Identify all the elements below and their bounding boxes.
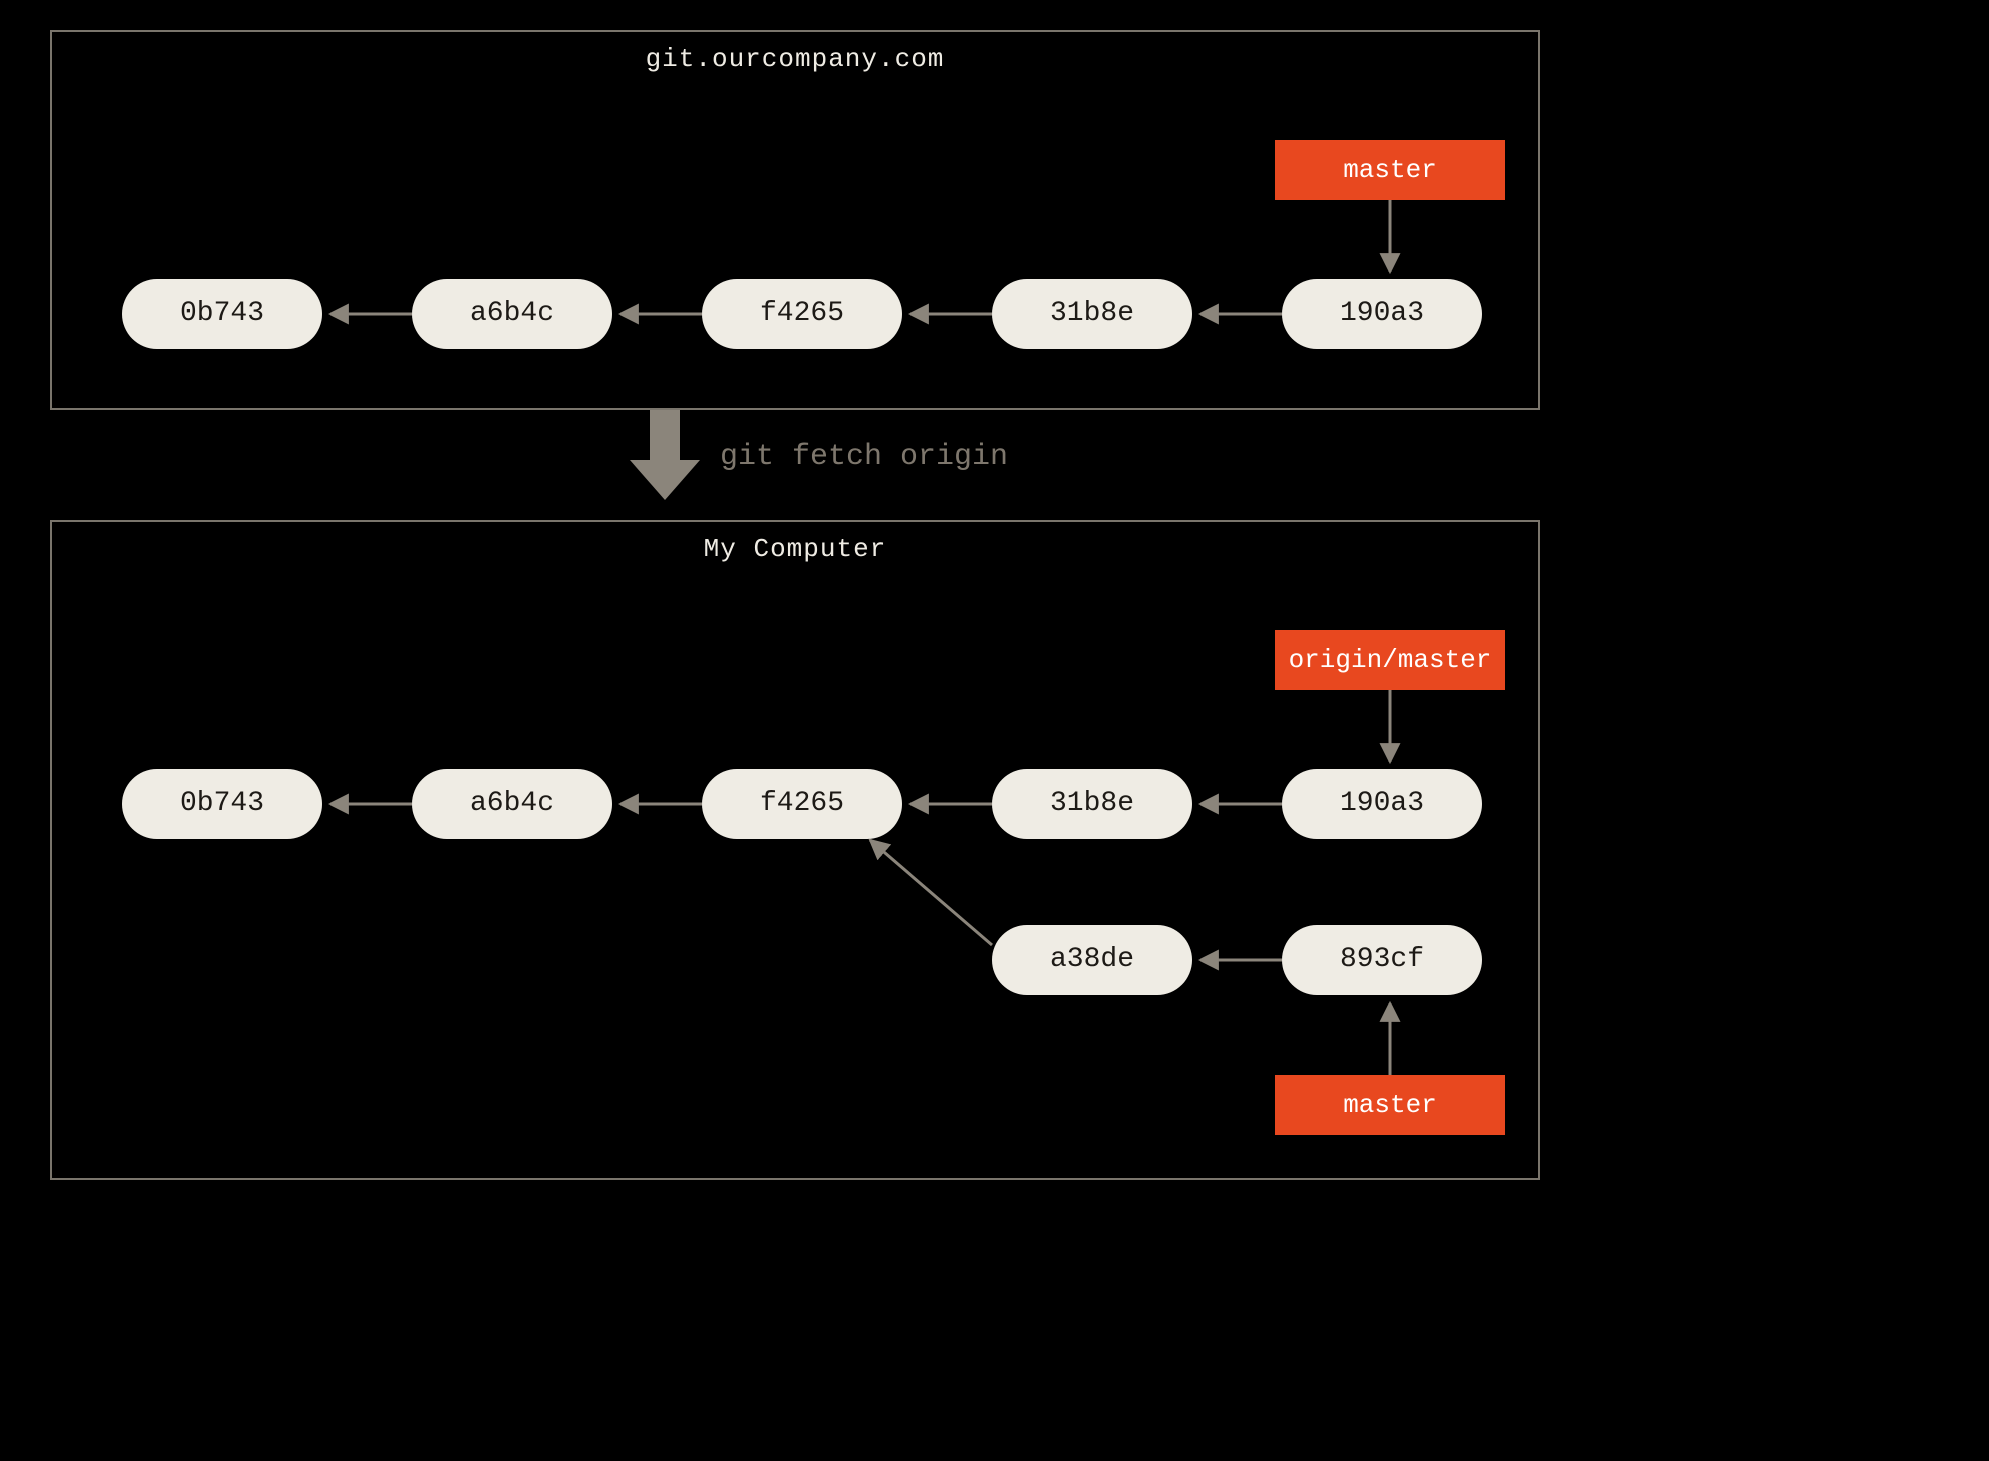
commit-node: 31b8e — [992, 279, 1192, 349]
remote-panel-title: git.ourcompany.com — [52, 44, 1538, 74]
remote-ref-master: master — [1275, 140, 1505, 200]
diagram-stage: git.ourcompany.com master 0b743 a6b4c f4… — [0, 0, 1989, 1461]
local-panel-title: My Computer — [52, 534, 1538, 564]
commit-node: 190a3 — [1282, 769, 1482, 839]
commit-node: 0b743 — [122, 769, 322, 839]
commit-node: a38de — [992, 925, 1192, 995]
local-ref-master: master — [1275, 1075, 1505, 1135]
commit-node: 893cf — [1282, 925, 1482, 995]
commit-node: 190a3 — [1282, 279, 1482, 349]
commit-node: f4265 — [702, 279, 902, 349]
commit-node: f4265 — [702, 769, 902, 839]
big-down-arrow-icon — [630, 410, 700, 500]
commit-node: 0b743 — [122, 279, 322, 349]
remote-panel: git.ourcompany.com — [50, 30, 1540, 410]
commit-node: a6b4c — [412, 279, 612, 349]
fetch-command-label: git fetch origin — [720, 440, 1008, 474]
local-ref-origin-master: origin/master — [1275, 630, 1505, 690]
commit-node: a6b4c — [412, 769, 612, 839]
commit-node: 31b8e — [992, 769, 1192, 839]
